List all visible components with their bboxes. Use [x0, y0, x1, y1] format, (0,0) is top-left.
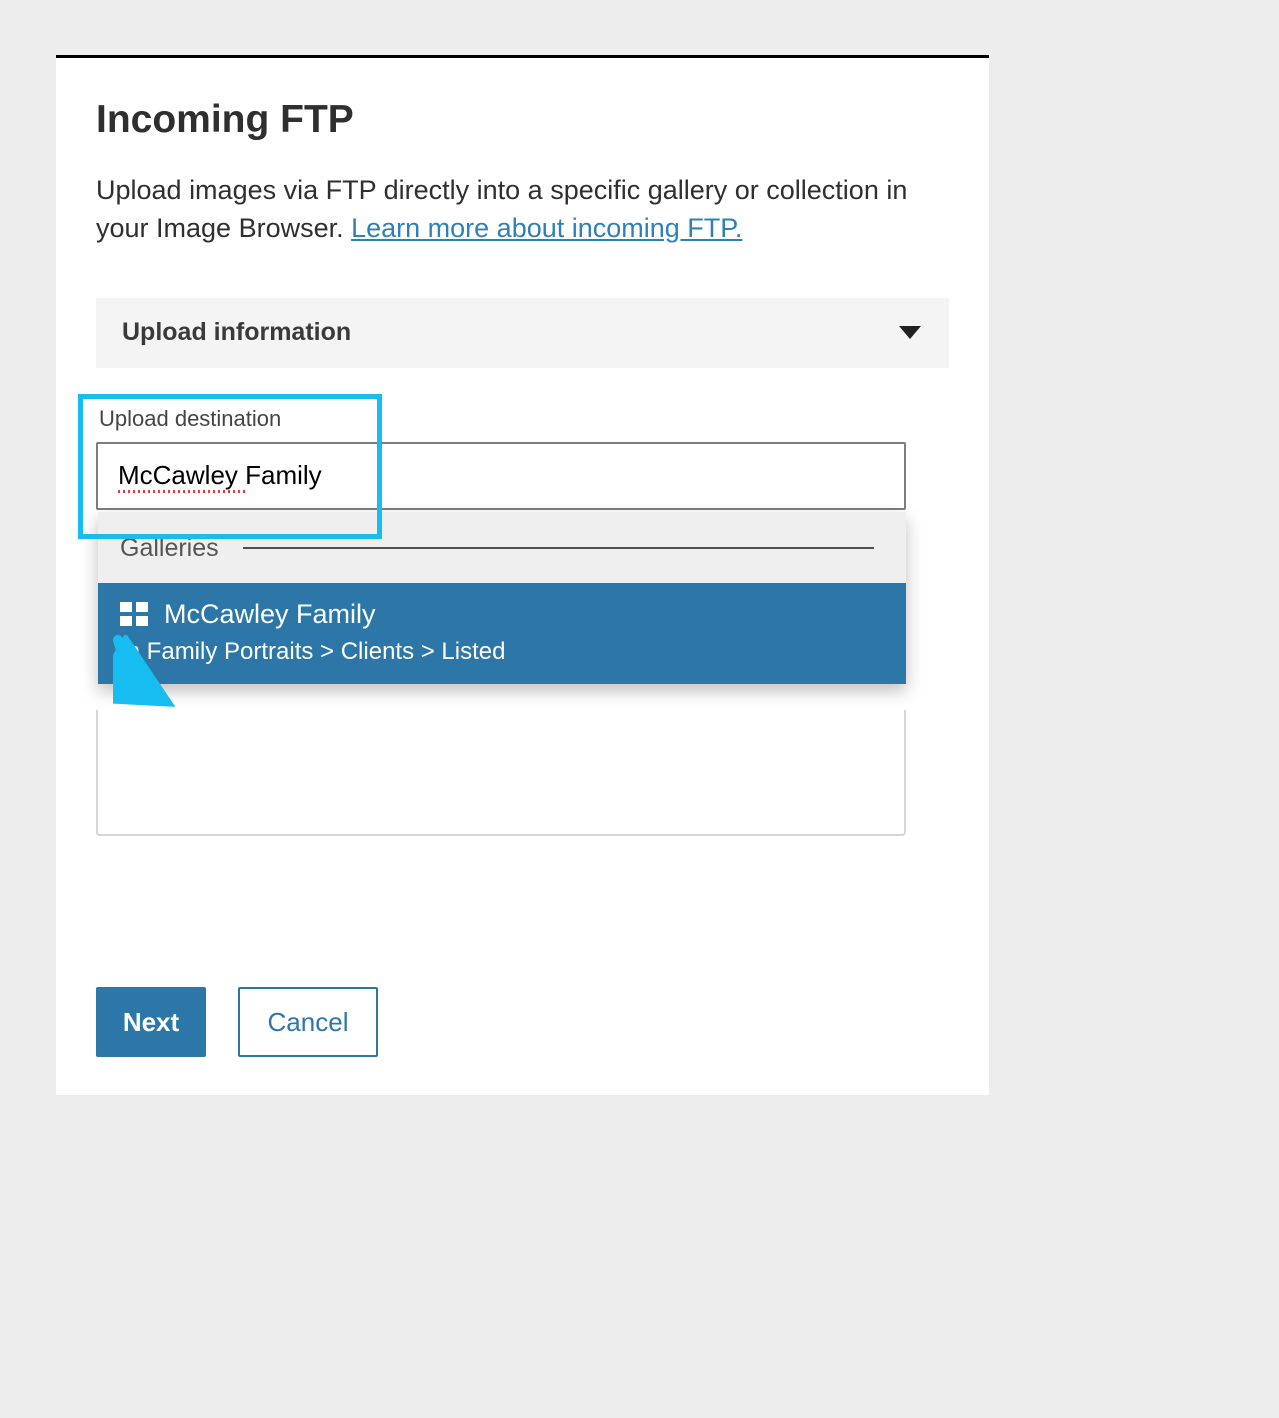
destination-label-wrap: Upload destination [96, 406, 949, 434]
button-row: Next Cancel [96, 987, 378, 1057]
learn-more-link[interactable]: Learn more about incoming FTP. [351, 213, 742, 243]
dropdown-section-header: Galleries [98, 512, 906, 583]
dropdown-item-title: McCawley Family [164, 599, 376, 630]
dropdown-item-path: In Family Portraits > Clients > Listed [120, 638, 884, 666]
dropdown-item-mccawley[interactable]: McCawley Family In Family Portraits > Cl… [98, 583, 906, 684]
upload-destination-input[interactable] [96, 442, 906, 510]
gallery-grid-icon [120, 602, 148, 626]
destination-input-wrap: Galleries McCawley Family In Family Port… [96, 442, 949, 836]
cancel-button[interactable]: Cancel [238, 987, 378, 1057]
destination-dropdown: Galleries McCawley Family In Family Port… [98, 512, 906, 684]
chevron-down-icon [899, 326, 921, 339]
destination-lower-box [96, 710, 906, 836]
ftp-panel: Incoming FTP Upload images via FTP direc… [56, 55, 989, 1095]
dropdown-item-title-row: McCawley Family [120, 599, 884, 630]
accordion-title: Upload information [122, 318, 351, 347]
next-button[interactable]: Next [96, 987, 206, 1057]
page-title: Incoming FTP [96, 98, 949, 142]
dropdown-section-label: Galleries [120, 534, 219, 563]
divider-line [243, 547, 874, 549]
upload-information-accordion[interactable]: Upload information [96, 298, 949, 368]
upload-destination-label: Upload destination [96, 406, 281, 432]
page-description: Upload images via FTP directly into a sp… [96, 172, 949, 248]
